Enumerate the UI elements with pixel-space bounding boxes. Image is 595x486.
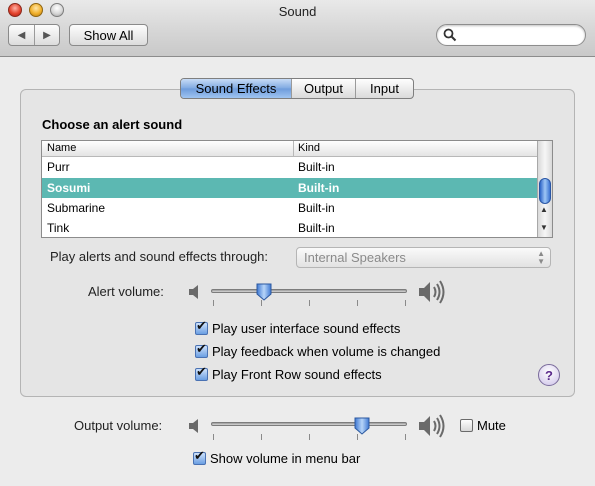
slider-tick [405, 434, 406, 440]
output-volume-label: Output volume: [74, 418, 163, 433]
back-forward-group: ◀ ▶ [8, 24, 60, 46]
forward-button[interactable]: ▶ [33, 25, 59, 45]
slider-tick [405, 300, 406, 306]
slider-tick [309, 300, 310, 306]
window-toolbar: Sound ◀ ▶ Show All [0, 0, 595, 57]
window-title: Sound [278, 4, 317, 19]
slider-tick [357, 300, 358, 306]
checkbox-box[interactable] [195, 365, 208, 381]
checkbox-label: Play user interface sound effects [212, 321, 401, 336]
output-volume-track[interactable] [211, 422, 407, 426]
back-button[interactable]: ◀ [9, 25, 34, 45]
alert-volume-slider-thumb[interactable] [256, 283, 272, 301]
search-input[interactable] [436, 24, 586, 46]
slider-tick [213, 434, 214, 440]
row-kind: Built-in [298, 221, 335, 235]
checkbox-box[interactable] [193, 449, 206, 465]
tab-bar: Sound Effects Output Input [180, 78, 414, 99]
column-divider [293, 141, 294, 157]
scroll-up-icon[interactable]: ▲ [540, 205, 548, 214]
play-through-label: Play alerts and sound effects through: [50, 249, 269, 264]
table-row[interactable]: Tink Built-in [42, 218, 538, 237]
table-scrollbar[interactable]: ▲ ▼ [537, 141, 552, 237]
checkbox-label: Show volume in menu bar [210, 451, 361, 466]
row-kind: Built-in [298, 181, 340, 195]
left-arrow-icon: ◀ [17, 29, 26, 41]
column-header-kind[interactable]: Kind [298, 142, 320, 154]
help-button[interactable]: ? [538, 364, 560, 386]
checkbox-label: Play Front Row sound effects [212, 367, 382, 382]
slider-tick [309, 434, 310, 440]
tab-sound-effects[interactable]: Sound Effects [181, 79, 291, 98]
search-icon [443, 28, 457, 42]
row-name: Sosumi [47, 181, 91, 195]
volume-feedback-checkbox[interactable]: Play feedback when volume is changed [195, 342, 441, 359]
checkbox-label: Play feedback when volume is changed [212, 344, 441, 359]
row-name: Submarine [47, 201, 106, 215]
slider-tick [261, 434, 262, 440]
scrollbar-thumb[interactable] [539, 178, 551, 204]
output-device-select[interactable]: Internal Speakers ▲ ▼ [296, 247, 551, 268]
slider-tick [213, 300, 214, 306]
tab-output[interactable]: Output [291, 79, 355, 98]
speaker-loud-icon [419, 280, 445, 304]
tab-input[interactable]: Input [355, 79, 413, 98]
front-row-effects-checkbox[interactable]: Play Front Row sound effects [195, 365, 382, 382]
show-all-button[interactable]: Show All [69, 24, 148, 46]
table-header: Name Kind [42, 141, 538, 157]
speaker-loud-icon [419, 414, 445, 438]
show-volume-menu-bar-checkbox[interactable]: Show volume in menu bar [193, 449, 361, 466]
table-row[interactable]: Purr Built-in [42, 157, 538, 177]
table-row[interactable]: Submarine Built-in [42, 198, 538, 218]
row-kind: Built-in [298, 160, 335, 174]
table-row-selected[interactable]: Sosumi Built-in [42, 178, 538, 198]
checkbox-label: Mute [477, 418, 506, 433]
checkbox-box[interactable] [195, 319, 208, 335]
right-arrow-icon: ▶ [43, 29, 51, 41]
mute-checkbox[interactable]: Mute [460, 418, 506, 433]
checkbox-box[interactable] [460, 419, 473, 432]
alert-sound-table: Name Kind Purr Built-in Sosumi Built-in … [41, 140, 553, 238]
checkbox-box[interactable] [195, 342, 208, 358]
scroll-down-icon[interactable]: ▼ [540, 223, 548, 232]
alert-sound-heading: Choose an alert sound [42, 117, 183, 132]
speaker-quiet-icon [189, 285, 198, 299]
alert-volume-track[interactable] [211, 289, 407, 293]
output-volume-slider-thumb[interactable] [354, 417, 370, 435]
ui-sound-effects-checkbox[interactable]: Play user interface sound effects [195, 319, 401, 336]
updown-arrows-icon: ▲ ▼ [537, 249, 545, 266]
row-kind: Built-in [298, 201, 335, 215]
output-device-value: Internal Speakers [304, 250, 406, 265]
alert-volume-label: Alert volume: [88, 284, 164, 299]
speaker-quiet-icon [189, 419, 198, 433]
column-header-name[interactable]: Name [47, 142, 76, 154]
row-name: Tink [47, 221, 70, 235]
row-name: Purr [47, 160, 70, 174]
